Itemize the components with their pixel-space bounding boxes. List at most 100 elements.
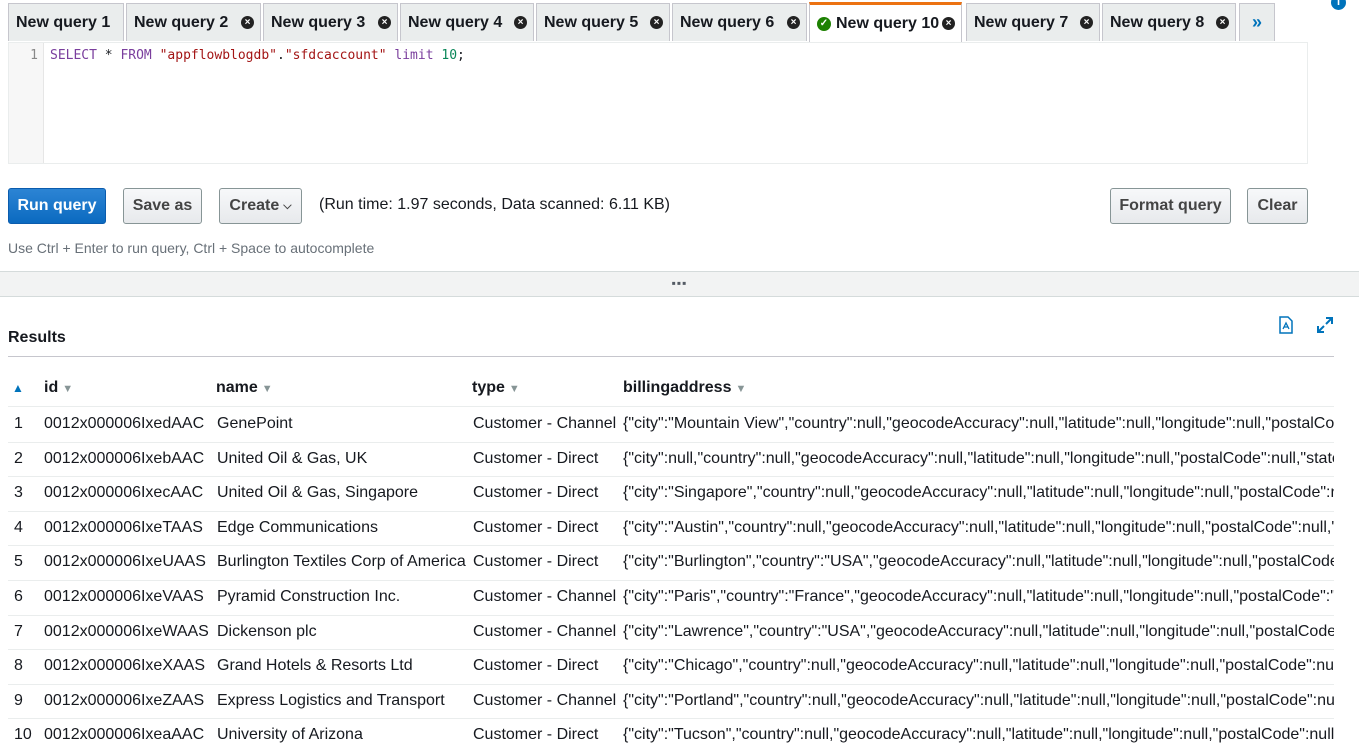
tab-label: New query 5 [544,13,639,31]
tab-new-query[interactable]: New query 5 × [536,3,670,41]
cell-id: 0012x000006IxeWAAS [44,622,209,640]
close-tab-icon[interactable]: × [241,16,254,29]
clear-label: Clear [1257,197,1298,214]
cell-billingaddress: {"city":"Lawrence","country":"USA","geoc… [623,622,1334,640]
tab-new-query[interactable]: New query 1 [8,3,124,41]
resize-handle[interactable]: ▪▪▪ [0,271,1359,297]
query-tab-bar: New query 1 New query 2 × New query 3 × New q… [0,0,1359,42]
tab-new-query[interactable]: ✓ New query 10 × [809,2,962,42]
tab-label: New query 2 [134,13,229,31]
column-header-billingaddress[interactable]: billingaddress ▼ [623,379,746,397]
expand-icon[interactable] [1315,316,1335,336]
tab-label: New query 7 [974,13,1069,31]
column-header-name[interactable]: name ▼ [216,379,273,397]
cell-id: 0012x000006IxedAAC [44,415,205,432]
cell-id: 0012x000006IxeZAAS [44,691,205,709]
save-as-label: Save as [132,197,193,214]
cell-billingaddress: {"city":"Paris","country":"France","geoc… [623,588,1334,605]
results-table: ▲ id ▼ name ▼ type ▼ billingaddress ▼ 1 0012x… [8,371,1334,753]
cell-id: 0012x000006IxeXAAS [44,657,206,675]
table-row[interactable]: 10 0012x000006IxeaAAC University of Arizon… [8,718,1334,753]
line-number-gutter: 1 [9,43,44,163]
table-row[interactable]: 2 0012x000006IxebAAC United Oil & Gas, UK C… [8,442,1334,478]
cell-name: Dickenson plc [217,622,317,640]
cell-id: 0012x000006IxeaAAC [44,726,205,744]
create-label: Create [229,197,280,214]
drag-handle-icon: ▪▪▪ [671,276,688,290]
sql-keyword-select: SELECT [50,48,97,63]
table-row[interactable]: 3 0012x000006IxecAAC United Oil & Gas, Sin… [8,476,1334,512]
sort-ascending-icon[interactable]: ▲ [12,381,24,395]
download-csv-icon[interactable] [1276,316,1296,336]
sql-code-line[interactable]: SELECT * FROM "appflowblogdb"."sfdcaccou… [50,48,465,63]
row-number: 8 [14,657,23,675]
format-query-button[interactable]: Format query [1110,188,1231,224]
cell-id: 0012x000006IxeTAAS [44,518,203,536]
table-row[interactable]: 4 0012x000006IxeTAAS Edge Communications Cu… [8,511,1334,547]
sql-space [152,48,160,63]
create-dropdown-button[interactable]: Create ⌵ [219,188,302,224]
tab-new-query[interactable]: New query 2 × [126,3,261,41]
sql-dot: . [277,48,285,63]
chevron-double-right-icon: » [1251,12,1262,32]
cell-name: United Oil & Gas, UK [217,449,368,467]
run-stats: (Run time: 1.97 seconds, Data scanned: 6… [319,196,671,213]
cell-billingaddress: {"city":"Mountain View","country":null,"… [623,415,1334,432]
sql-keyword-limit: limit [394,48,434,63]
tab-new-query[interactable]: New query 8 × [1102,3,1236,41]
sql-editor[interactable]: 1 SELECT * FROM "appflowblogdb"."sfdcacc… [8,42,1308,164]
tab-new-query[interactable]: New query 6 × [672,3,807,41]
cell-billingaddress: {"city":"Austin","country":null,"geocode… [623,518,1334,536]
sql-star: * [96,48,121,63]
cell-name: Grand Hotels & Resorts Ltd [217,657,413,675]
sort-caret-icon: ▼ [62,383,74,395]
close-tab-icon[interactable]: × [650,16,663,29]
line-number: 1 [30,48,38,63]
cell-id: 0012x000006IxebAAC [44,449,205,467]
column-header-label: id [44,379,59,396]
cell-billingaddress: {"city":"Portland","country":null,"geoco… [623,691,1334,709]
table-row[interactable]: 6 0012x000006IxeVAAS Pyramid Construction … [8,580,1334,616]
tab-label: New query 10 [836,14,940,32]
sql-database-name: "appflowblogdb" [159,48,277,63]
column-header-id[interactable]: id ▼ [44,379,73,397]
row-number: 5 [14,553,23,571]
column-header-label: name [216,379,258,396]
clear-button[interactable]: Clear [1247,188,1308,224]
row-number: 4 [14,518,23,536]
close-tab-icon[interactable]: × [1216,16,1229,29]
close-tab-icon[interactable]: × [378,16,391,29]
chevron-down-icon: ⌵ [283,199,292,212]
cell-type: Customer - Direct [473,657,599,675]
save-as-button[interactable]: Save as [123,188,202,224]
row-number: 2 [14,449,23,467]
table-row[interactable]: 8 0012x000006IxeXAAS Grand Hotels & Resort… [8,649,1334,685]
tab-new-query[interactable]: New query 7 × [966,3,1100,41]
tab-label: New query 4 [408,13,503,31]
keyboard-hint: Use Ctrl + Enter to run query, Ctrl + Sp… [8,240,375,256]
cell-name: University of Arizona [217,726,363,744]
cell-type: Customer - Direct [473,518,599,536]
column-header-type[interactable]: type ▼ [472,379,520,397]
cell-type: Customer - Channel [473,588,617,605]
more-tabs-button[interactable]: » [1239,3,1275,41]
cell-type: Customer - Direct [473,484,599,502]
close-tab-icon[interactable]: × [942,17,955,30]
tab-new-query[interactable]: New query 4 × [400,3,534,41]
run-query-button[interactable]: Run query [8,188,106,224]
cell-type: Customer - Direct [473,449,599,467]
table-row[interactable]: 7 0012x000006IxeWAAS Dickenson plc Customer… [8,615,1334,651]
table-row[interactable]: 1 0012x000006IxedAAC GenePoint Customer - C… [8,407,1334,443]
table-row[interactable]: 9 0012x000006IxeZAAS Express Logistics and… [8,684,1334,720]
table-row[interactable]: 5 0012x000006IxeUAAS Burlington Textiles C… [8,545,1334,581]
close-tab-icon[interactable]: × [514,16,527,29]
tab-new-query[interactable]: New query 3 × [263,3,398,41]
column-header-label: type [472,379,505,396]
cell-id: 0012x000006IxeUAAS [44,553,206,571]
close-tab-icon[interactable]: × [1080,16,1093,29]
cell-name: Express Logistics and Transport [217,691,445,709]
close-tab-icon[interactable]: × [787,16,800,29]
format-query-label: Format query [1119,197,1222,214]
cell-name: Pyramid Construction Inc. [217,588,401,605]
row-number: 9 [14,691,23,709]
